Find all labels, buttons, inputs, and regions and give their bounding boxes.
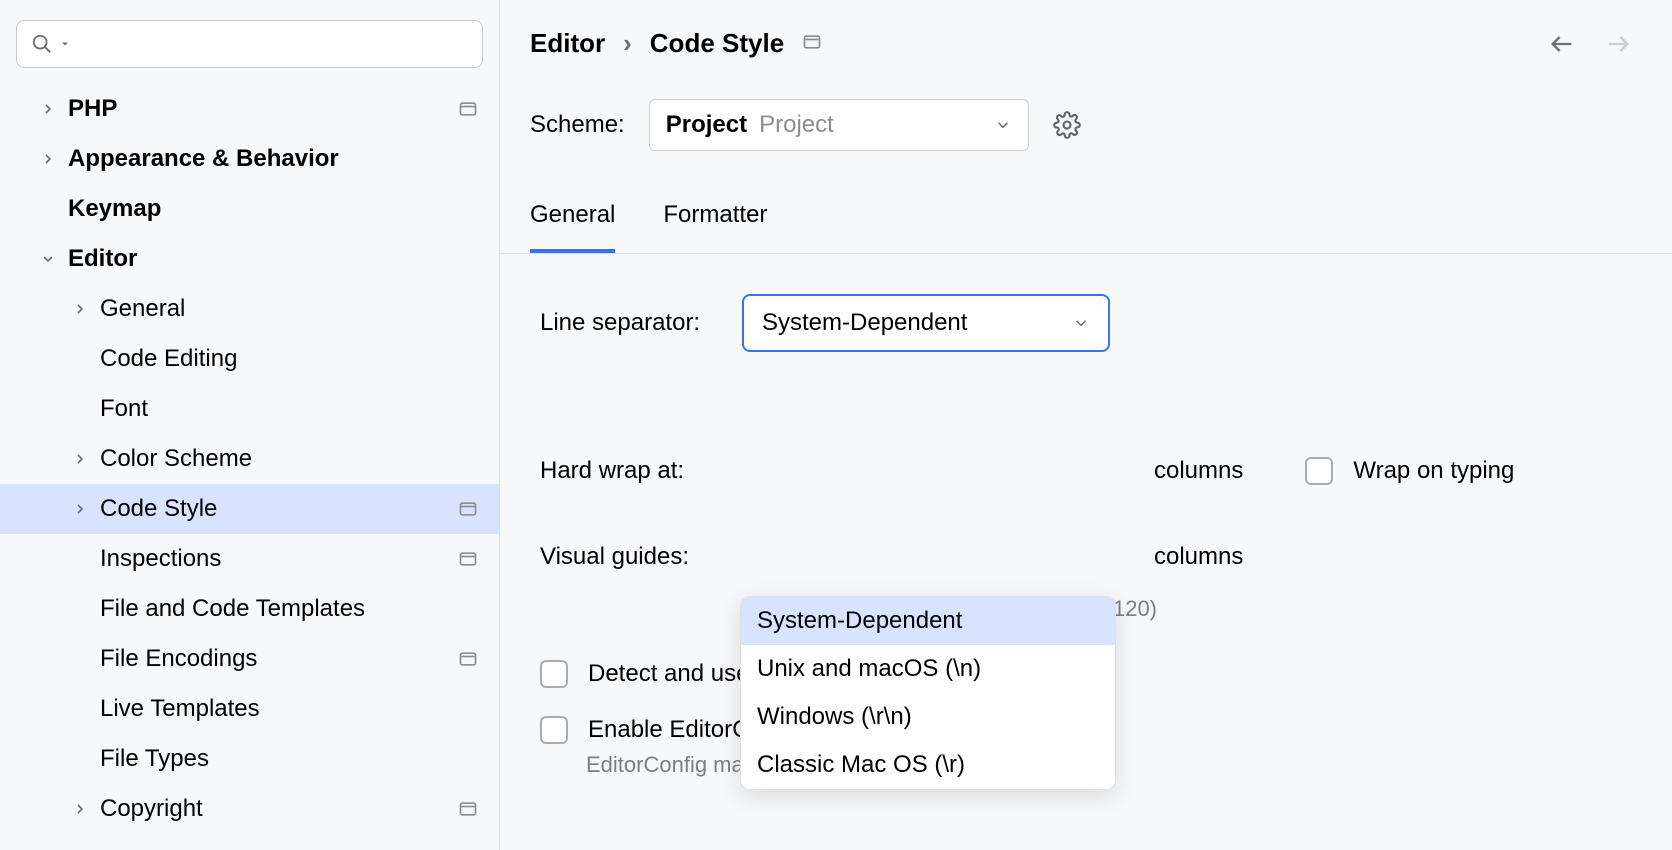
breadcrumb-nav: [1548, 30, 1642, 58]
dropdown-item[interactable]: Classic Mac OS (\r): [741, 741, 1115, 789]
tree-item[interactable]: Code Editing: [0, 334, 499, 384]
tree-item[interactable]: Editor: [0, 234, 499, 284]
line-separator-row: Line separator: System-Dependent: [540, 294, 1642, 352]
chevron-icon: [36, 251, 60, 267]
line-separator-label: Line separator:: [540, 309, 722, 337]
tree-item-label: File and Code Templates: [100, 595, 479, 623]
visual-guides-unit: columns: [1154, 543, 1243, 571]
detect-indents-checkbox[interactable]: [540, 660, 568, 688]
hard-wrap-row: Hard wrap at: columns Wrap on typing: [540, 442, 1642, 500]
breadcrumb-row: Editor › Code Style: [500, 0, 1672, 69]
visual-guides-label: Visual guides:: [540, 543, 722, 571]
search-wrap: [0, 20, 499, 84]
dropdown-item[interactable]: Unix and macOS (\n): [741, 645, 1115, 693]
window-icon: [802, 28, 822, 59]
chevron-down-icon: [59, 38, 71, 50]
tree-item-label: Inspections: [100, 545, 449, 573]
scheme-actions-button[interactable]: [1053, 111, 1081, 139]
tree-item[interactable]: File Types: [0, 734, 499, 784]
main-panel: Editor › Code Style Scheme: Project Proj…: [500, 0, 1672, 850]
chevron-icon: [36, 101, 60, 117]
tab-general[interactable]: General: [530, 201, 615, 253]
visual-guides-row: Visual guides: columns: [540, 528, 1642, 586]
tree-item[interactable]: Font: [0, 384, 499, 434]
dropdown-item[interactable]: System-Dependent: [741, 597, 1115, 645]
tree-item-label: Keymap: [68, 195, 479, 223]
settings-window: PHP Appearance & Behavior Keymap Editor Gene…: [0, 0, 1672, 850]
editorconfig-checkbox[interactable]: [540, 716, 568, 744]
tree-item[interactable]: PHP: [0, 84, 499, 134]
wrap-on-typing-checkbox[interactable]: [1305, 457, 1333, 485]
breadcrumb-parent[interactable]: Editor: [530, 28, 605, 59]
breadcrumb-separator: ›: [623, 28, 632, 59]
breadcrumb: Editor › Code Style: [530, 28, 822, 59]
chevron-icon: [68, 501, 92, 517]
tab-formatter[interactable]: Formatter: [663, 201, 767, 253]
chevron-down-icon: [1072, 314, 1090, 332]
window-icon: [457, 98, 479, 120]
settings-tree: PHP Appearance & Behavior Keymap Editor Gene…: [0, 84, 499, 834]
scheme-select[interactable]: Project Project: [649, 99, 1029, 151]
line-separator-select[interactable]: System-Dependent: [742, 294, 1110, 352]
tree-item[interactable]: General: [0, 284, 499, 334]
chevron-down-icon: [994, 116, 1012, 134]
search-field[interactable]: [77, 31, 468, 57]
tree-item-label: Font: [100, 395, 479, 423]
hard-wrap-unit: columns: [1154, 457, 1243, 485]
window-icon: [457, 648, 479, 670]
tree-item[interactable]: Inspections: [0, 534, 499, 584]
scheme-value: Project: [666, 111, 747, 139]
breadcrumb-current: Code Style: [650, 28, 784, 59]
tree-item-label: Copyright: [100, 795, 449, 823]
tree-item[interactable]: Code Style: [0, 484, 499, 534]
tree-item[interactable]: Live Templates: [0, 684, 499, 734]
tree-item-label: General: [100, 295, 479, 323]
chevron-icon: [68, 451, 92, 467]
tree-item-label: PHP: [68, 95, 449, 123]
tree-item-label: File Types: [100, 745, 479, 773]
window-icon: [457, 798, 479, 820]
tree-item-label: Code Style: [100, 495, 449, 523]
chevron-icon: [68, 801, 92, 817]
sidebar: PHP Appearance & Behavior Keymap Editor Gene…: [0, 0, 500, 850]
tree-item-label: Code Editing: [100, 345, 479, 373]
tree-item[interactable]: Keymap: [0, 184, 499, 234]
window-icon: [457, 498, 479, 520]
tree-item[interactable]: Color Scheme: [0, 434, 499, 484]
scheme-subtitle: Project: [759, 111, 834, 139]
scheme-label: Scheme:: [530, 111, 625, 139]
chevron-icon: [68, 301, 92, 317]
wrap-on-typing-label: Wrap on typing: [1353, 457, 1514, 485]
line-separator-value: System-Dependent: [762, 309, 967, 337]
window-icon: [457, 548, 479, 570]
tree-item[interactable]: File and Code Templates: [0, 584, 499, 634]
search-icon: [31, 33, 53, 55]
tabs: General Formatter: [500, 161, 1672, 254]
scheme-row: Scheme: Project Project: [500, 69, 1672, 161]
line-separator-dropdown[interactable]: System-DependentUnix and macOS (\n)Windo…: [740, 596, 1116, 790]
tree-item-label: Appearance & Behavior: [68, 145, 479, 173]
tree-item[interactable]: File Encodings: [0, 634, 499, 684]
form: Line separator: System-Dependent Hard wr…: [500, 254, 1672, 778]
back-button[interactable]: [1548, 30, 1576, 58]
tree-item-label: File Encodings: [100, 645, 449, 673]
tree-item-label: Color Scheme: [100, 445, 479, 473]
gear-icon: [1053, 111, 1081, 139]
dropdown-item[interactable]: Windows (\r\n): [741, 693, 1115, 741]
forward-button[interactable]: [1604, 30, 1632, 58]
search-input[interactable]: [16, 20, 483, 68]
tree-item[interactable]: Copyright: [0, 784, 499, 834]
tree-item-label: Live Templates: [100, 695, 479, 723]
hard-wrap-label: Hard wrap at:: [540, 457, 722, 485]
tree-item[interactable]: Appearance & Behavior: [0, 134, 499, 184]
tree-item-label: Editor: [68, 245, 479, 273]
chevron-icon: [36, 151, 60, 167]
